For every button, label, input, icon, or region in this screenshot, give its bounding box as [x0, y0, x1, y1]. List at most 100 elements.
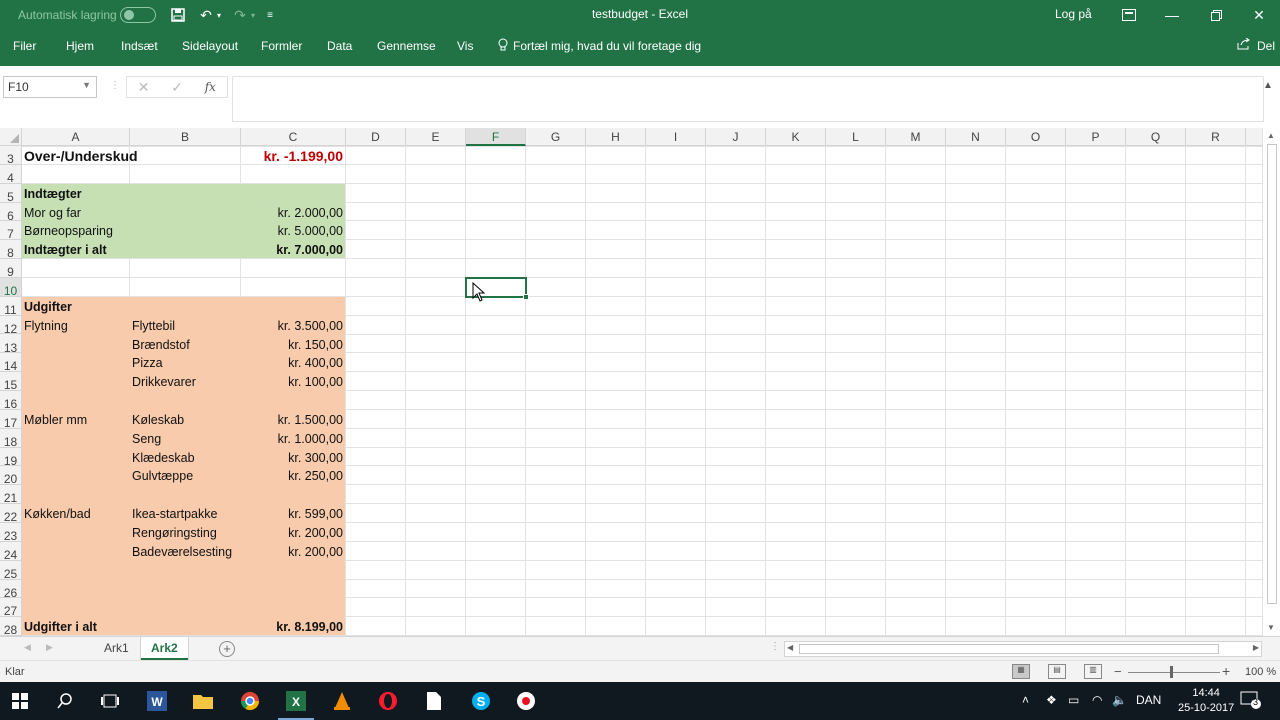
login-link[interactable]: Log på [1055, 7, 1092, 21]
volume-icon[interactable]: 🔈 [1112, 693, 1127, 707]
wifi-icon[interactable]: ◠ [1092, 693, 1102, 707]
row-header-20[interactable]: 20 [0, 466, 21, 486]
cell-a8[interactable]: Indtægter i alt [24, 241, 244, 259]
column-header-d[interactable]: D [346, 128, 406, 146]
collapse-formula-bar-icon[interactable]: ▲ [1263, 80, 1273, 91]
formula-input[interactable] [232, 76, 1264, 122]
tab-insert[interactable]: Indsæt [121, 39, 158, 53]
cell-c8[interactable]: kr. 7.000,00 [241, 241, 346, 259]
column-header-b[interactable]: B [130, 128, 241, 146]
tab-page-layout[interactable]: Sidelayout [182, 39, 238, 53]
column-header-g[interactable]: G [526, 128, 586, 146]
row-header-14[interactable]: 14 [0, 353, 21, 373]
row-header-23[interactable]: 23 [0, 523, 21, 543]
ribbon-display-icon[interactable] [1107, 0, 1151, 30]
row-header-5[interactable]: 5 [0, 184, 21, 204]
vertical-scroll-thumb[interactable] [1267, 144, 1277, 604]
opera-icon[interactable] [376, 690, 400, 712]
vertical-scrollbar[interactable]: ▲ ▼ [1262, 128, 1280, 636]
notifications-icon[interactable]: 3 [1240, 691, 1262, 712]
column-header-c[interactable]: C [241, 128, 346, 146]
file-explorer-icon[interactable] [191, 690, 215, 712]
search-icon[interactable] [53, 690, 77, 712]
cell-a7[interactable]: Børneopsparing [24, 222, 244, 240]
cell-c15[interactable]: kr. 100,00 [241, 373, 346, 391]
cell-c23[interactable]: kr. 200,00 [241, 524, 346, 542]
row-header-11[interactable]: 11 [0, 297, 21, 317]
tab-home[interactable]: Hjem [66, 39, 94, 53]
horizontal-scrollbar[interactable]: ◀ ▶ [784, 641, 1262, 657]
tab-data[interactable]: Data [327, 39, 352, 53]
row-header-6[interactable]: 6 [0, 203, 21, 223]
page-layout-view-icon[interactable]: ▤ [1048, 664, 1066, 679]
prev-sheet-icon[interactable]: ◀ [24, 642, 31, 653]
skype-icon[interactable]: S [469, 690, 493, 712]
page-break-view-icon[interactable]: ▥ [1084, 664, 1102, 679]
tab-review[interactable]: Gennemse [377, 39, 436, 53]
cell-c14[interactable]: kr. 400,00 [241, 354, 346, 372]
tab-file[interactable]: Filer [13, 39, 36, 53]
next-sheet-icon[interactable]: ▶ [46, 642, 53, 653]
row-header-26[interactable]: 26 [0, 580, 21, 600]
cell-c18[interactable]: kr. 1.000,00 [241, 430, 346, 448]
share-button[interactable]: Del [1237, 37, 1275, 53]
cell-c28[interactable]: kr. 8.199,00 [241, 618, 346, 636]
column-header-f[interactable]: F [466, 128, 526, 146]
column-header-e[interactable]: E [406, 128, 466, 146]
cell-c7[interactable]: kr. 5.000,00 [241, 222, 346, 240]
cell-c19[interactable]: kr. 300,00 [241, 449, 346, 467]
cell-a11[interactable]: Udgifter [24, 298, 244, 316]
row-header-22[interactable]: 22 [0, 504, 21, 524]
dropbox-icon[interactable]: ❖ [1046, 693, 1057, 707]
scroll-down-icon[interactable]: ▼ [1267, 623, 1275, 632]
column-header-q[interactable]: Q [1126, 128, 1186, 146]
word-icon[interactable]: W [145, 690, 169, 712]
scroll-up-icon[interactable]: ▲ [1267, 131, 1275, 140]
cell-c17[interactable]: kr. 1.500,00 [241, 411, 346, 429]
battery-icon[interactable]: ▭ [1068, 693, 1079, 707]
language-indicator[interactable]: DAN [1136, 693, 1161, 707]
cell-a28[interactable]: Udgifter i alt [24, 618, 244, 636]
scroll-right-icon[interactable]: ▶ [1253, 643, 1259, 652]
enter-icon[interactable]: ✓ [160, 79, 193, 96]
row-header-10[interactable]: 10 [0, 277, 21, 298]
column-header-h[interactable]: H [586, 128, 646, 146]
cell-c24[interactable]: kr. 200,00 [241, 543, 346, 561]
sheet-tab-ark2[interactable]: Ark2 [141, 637, 188, 660]
normal-view-icon[interactable]: ▦ [1012, 664, 1030, 679]
row-header-9[interactable]: 9 [0, 259, 21, 279]
row-header-3[interactable]: 3 [0, 146, 21, 166]
cell-c6[interactable]: kr. 2.000,00 [241, 204, 346, 222]
file-icon[interactable] [422, 690, 446, 712]
row-header-28[interactable]: 28 [0, 617, 21, 636]
column-header-m[interactable]: M [886, 128, 946, 146]
zoom-slider[interactable] [1128, 672, 1220, 673]
cell-a5[interactable]: Indtægter [24, 185, 244, 203]
zoom-slider-thumb[interactable] [1170, 666, 1173, 678]
add-sheet-icon[interactable]: + [219, 641, 235, 657]
row-header-12[interactable]: 12 [0, 316, 21, 336]
media-icon[interactable] [514, 690, 538, 712]
minimize-icon[interactable]: — [1150, 0, 1194, 30]
clock[interactable]: 14:44 25-10-2017 [1178, 686, 1234, 716]
row-header-24[interactable]: 24 [0, 542, 21, 562]
row-header-19[interactable]: 19 [0, 448, 21, 468]
zoom-level[interactable]: 100 % [1245, 666, 1276, 678]
excel-icon[interactable]: X [278, 690, 314, 720]
row-header-21[interactable]: 21 [0, 485, 21, 505]
cell-c3[interactable]: kr. -1.199,00 [241, 147, 346, 165]
column-header-i[interactable]: I [646, 128, 706, 146]
row-header-13[interactable]: 13 [0, 335, 21, 355]
name-box-dropdown-icon[interactable]: ▼ [82, 80, 91, 90]
vlc-icon[interactable] [330, 690, 354, 712]
fill-handle[interactable] [523, 293, 529, 300]
formula-bar-splitter-icon[interactable]: ⋮ [110, 80, 121, 91]
cell-c12[interactable]: kr. 3.500,00 [241, 317, 346, 335]
column-header-j[interactable]: J [706, 128, 766, 146]
column-header-k[interactable]: K [766, 128, 826, 146]
row-header-8[interactable]: 8 [0, 240, 21, 260]
column-header-n[interactable]: N [946, 128, 1006, 146]
zoom-out-icon[interactable]: − [1114, 664, 1122, 679]
tab-formulas[interactable]: Formler [261, 39, 302, 53]
row-header-17[interactable]: 17 [0, 410, 21, 430]
